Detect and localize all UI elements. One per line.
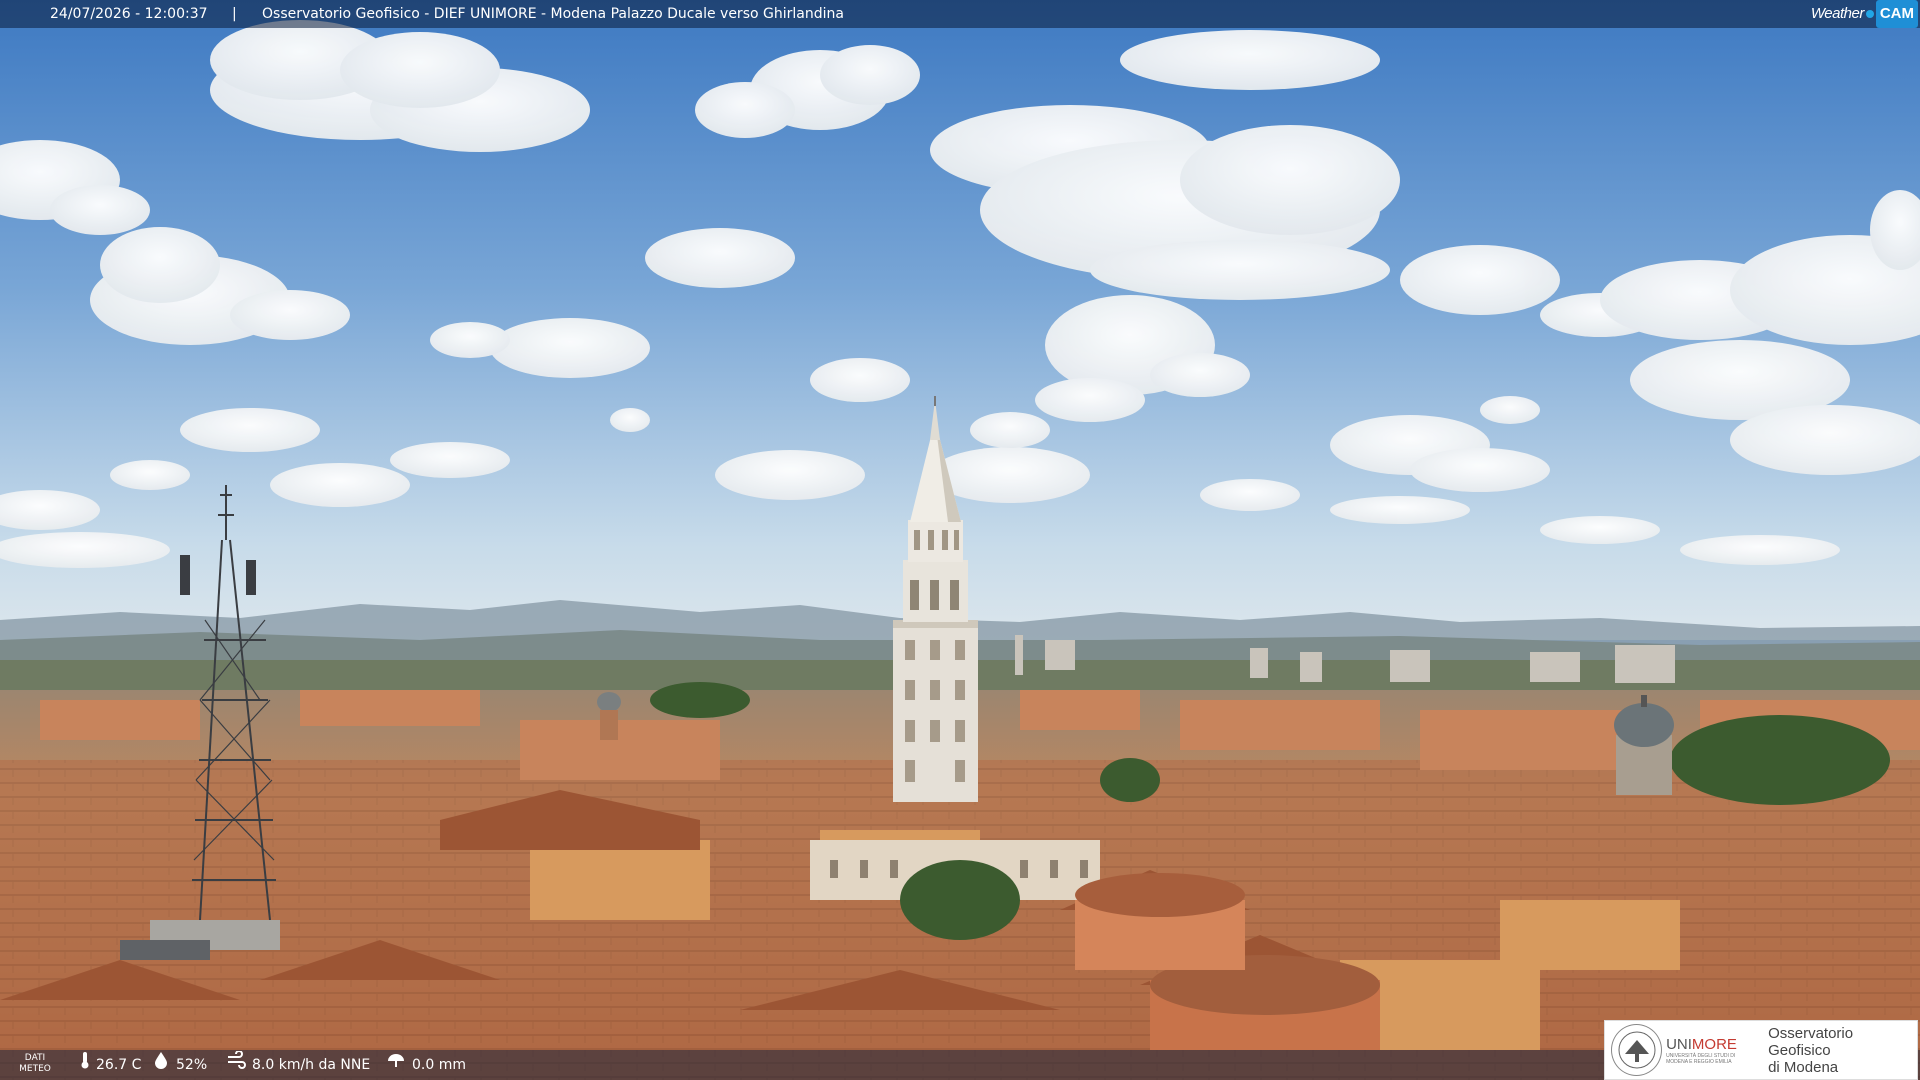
rain-icon (386, 1050, 406, 1080)
header-bar: 24/07/2026 - 12:00:37 | Osservatorio Geo… (0, 0, 1920, 28)
wind-value: 8.0 km/h da NNE (252, 1057, 371, 1073)
humidity-readout: 52% (152, 1050, 207, 1080)
timestamp: 24/07/2026 - 12:00:37 (50, 6, 208, 22)
brand-dot-icon (1865, 10, 1874, 18)
humidity-icon (152, 1050, 170, 1080)
brand-weather: Weather (1810, 5, 1864, 22)
observatory-name: Osservatorio Geofisico di Modena (1768, 1024, 1854, 1076)
webcam-image (0, 0, 1920, 1080)
rain-value: 0.0 mm (412, 1057, 466, 1073)
unimore-seal-icon (1611, 1024, 1663, 1076)
church-dome (1614, 695, 1674, 795)
humidity-value: 52% (176, 1057, 208, 1073)
university-subtitle: UNIVERSITÀ DEGLI STUDI DI MODENA E REGGI… (1666, 1052, 1736, 1065)
temperature-value: 26.7 C (96, 1057, 142, 1073)
camera-title: Osservatorio Geofisico - DIEF UNIMORE - … (262, 6, 844, 22)
header-separator: | (232, 6, 237, 22)
rain-readout: 0.0 mm (386, 1050, 466, 1080)
university-name: UNIMORE UNIVERSITÀ DEGLI STUDI DI MODENA… (1666, 1036, 1756, 1065)
weather-label: DATI METEO (19, 1053, 51, 1074)
temperature-readout: 26.7 C (80, 1050, 141, 1080)
observatory-logo: UNIMORE UNIVERSITÀ DEGLI STUDI DI MODENA… (1604, 1020, 1918, 1080)
brand-cam: CAM (1875, 0, 1918, 28)
weathercam-logo: Weather CAM (1810, 0, 1918, 28)
wind-readout: 8.0 km/h da NNE (226, 1050, 370, 1080)
thermometer-icon (80, 1050, 90, 1080)
wind-icon (226, 1050, 246, 1080)
